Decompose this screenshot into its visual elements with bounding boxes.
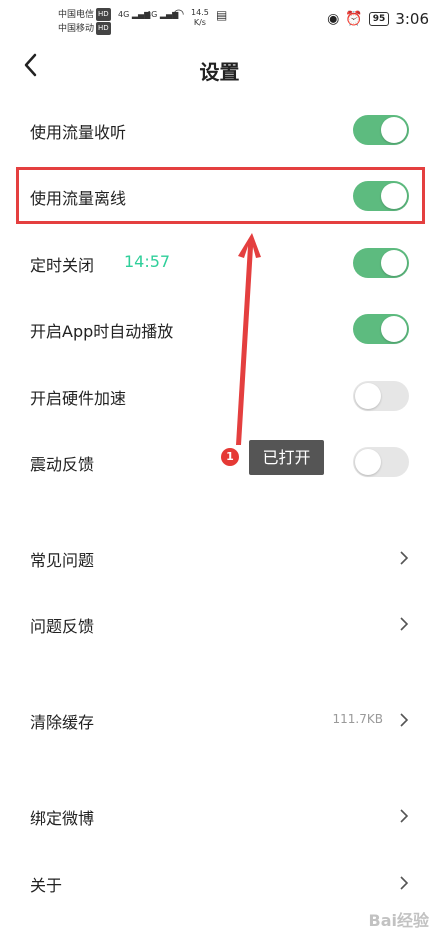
annotation-step-badge: 1: [221, 448, 239, 466]
annotation-arrow: [236, 233, 261, 445]
watermark: Bai经验: [368, 911, 429, 930]
annotation-tooltip: 已打开: [249, 440, 324, 475]
